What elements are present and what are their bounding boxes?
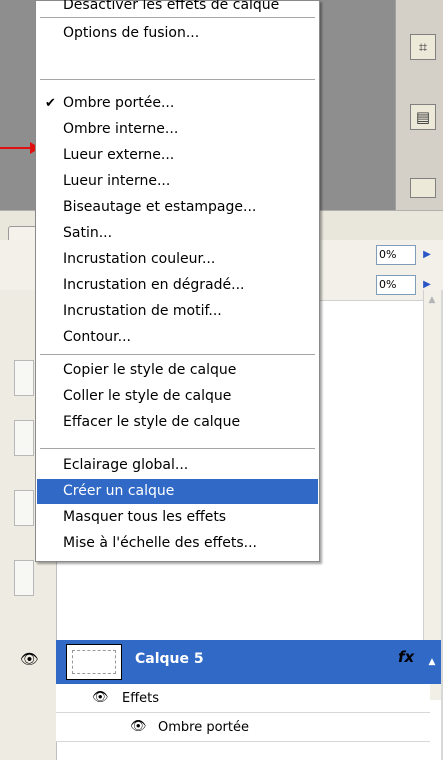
eye-icon[interactable]: 👁 <box>92 690 109 705</box>
menu-item-satin[interactable]: Satin... <box>37 221 318 246</box>
layer-thumbnail-content <box>72 650 116 674</box>
scroll-arrow-icon[interactable]: ▲ <box>423 640 441 684</box>
menu-item-drop-shadow[interactable]: ✔ Ombre portée... <box>37 91 318 116</box>
brush-preset-icon[interactable]: ⌗ <box>410 34 436 60</box>
opacity-arrow-icon[interactable]: ▶ <box>418 245 436 265</box>
opacity-field[interactable]: 0% <box>376 245 416 265</box>
menu-item-copy-style[interactable]: Copier le style de calque <box>37 358 318 383</box>
menu-item-gradient-overlay[interactable]: Incrustation en dégradé... <box>37 273 318 298</box>
menu-item-clear-style[interactable]: Effacer le style de calque <box>37 410 318 435</box>
menu-item-bevel-emboss[interactable]: Biseautage et estampage... <box>37 195 318 220</box>
menu-item-stroke[interactable]: Contour... <box>37 325 318 350</box>
menu-item-disable-effects[interactable]: Désactiver les effets de calque <box>37 0 318 18</box>
menu-item-outer-glow[interactable]: Lueur externe... <box>37 143 318 168</box>
annotation-arrow <box>0 147 30 149</box>
tool-icon[interactable] <box>410 178 436 198</box>
menu-item-color-overlay[interactable]: Incrustation couleur... <box>37 247 318 272</box>
effects-label: Effets <box>122 691 160 706</box>
menu-item-create-layer[interactable]: Créer un calque <box>37 479 318 504</box>
menu-item-hide-all-effects[interactable]: Masquer tous les effets <box>37 505 318 530</box>
menu-item-scale-effects[interactable]: Mise à l'échelle des effets... <box>37 531 318 556</box>
visibility-toggle[interactable] <box>14 420 34 456</box>
layer-style-context-menu: Désactiver les effets de calque Options … <box>35 0 320 562</box>
eye-icon[interactable]: 👁 <box>20 650 39 668</box>
menu-item-pattern-overlay[interactable]: Incrustation de motif... <box>37 299 318 324</box>
layer-name: Calque 5 <box>135 651 204 667</box>
fx-icon[interactable]: fx <box>398 648 414 666</box>
checkmark-icon: ✔ <box>45 96 56 111</box>
eye-icon[interactable]: 👁 <box>130 719 147 734</box>
visibility-toggle[interactable] <box>14 490 34 526</box>
menu-item-blending-options[interactable]: Options de fusion... <box>37 21 318 46</box>
menu-separator <box>40 17 315 18</box>
visibility-toggle[interactable] <box>14 560 34 596</box>
fill-field[interactable]: 0% <box>376 275 416 295</box>
menu-item-inner-shadow[interactable]: Ombre interne... <box>37 117 318 142</box>
menu-item-inner-glow[interactable]: Lueur interne... <box>37 169 318 194</box>
menu-separator <box>40 79 315 80</box>
palette-icon[interactable]: ▤ <box>410 104 436 130</box>
effect-item-label: Ombre portée <box>158 720 249 735</box>
layers-scrollbar[interactable] <box>423 290 442 700</box>
menu-separator <box>40 448 315 449</box>
menu-item-label: Ombre portée... <box>63 95 175 111</box>
menu-separator <box>40 354 315 355</box>
menu-item-global-light[interactable]: Eclairage global... <box>37 453 318 478</box>
menu-item-paste-style[interactable]: Coller le style de calque <box>37 384 318 409</box>
visibility-toggle[interactable] <box>14 360 34 396</box>
scroll-up-icon[interactable]: ▲ <box>424 292 440 308</box>
effects-row[interactable] <box>56 684 430 713</box>
